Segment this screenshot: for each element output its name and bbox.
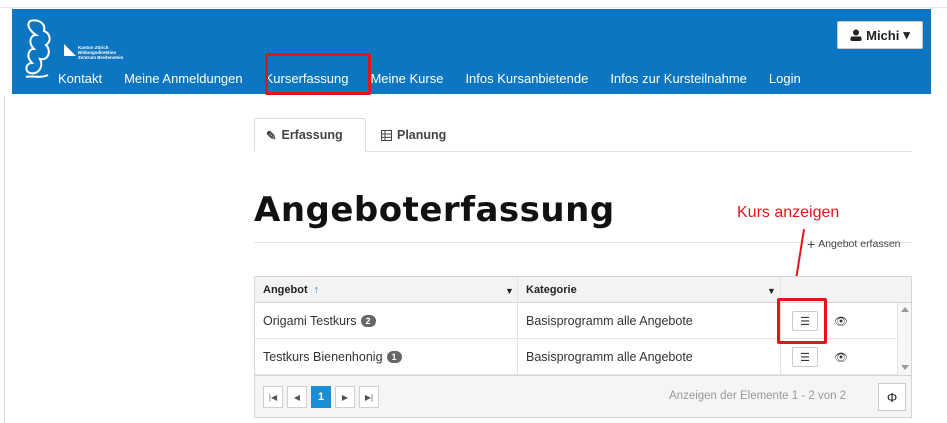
show-course-list-button[interactable]: ☰ [792,347,818,367]
grid-scrollbar[interactable] [897,303,911,375]
tab-planung-label: Planung [397,128,447,142]
main-nav: Kontakt Meine Anmeldungen Kurserfassung … [58,67,823,89]
list-icon: ☰ [800,351,810,364]
nav-item-infos-kursteilnahme[interactable]: Infos zur Kursteilnahme [610,71,747,86]
column-settings-icon: Φ [886,389,898,405]
angebot-name: Origami Testkurs [263,314,357,328]
pencil-icon: ✎ [266,128,277,143]
first-page-icon: |◀ [268,392,278,402]
cell-angebot: Testkurs Bienenhonig 1 [255,339,402,375]
last-page-icon: ▶| [364,392,374,402]
next-page-icon: ▶ [341,392,349,402]
pager-info: Anzeigen der Elemente 1 - 2 von 2 [669,390,847,402]
view-button[interactable]: 👁 [828,347,854,367]
tab-erfassung[interactable]: ✎ Erfassung [254,118,366,152]
annotation-label: Kurs anzeigen [737,204,840,221]
nav-item-meine-kurse[interactable]: Meine Kurse [370,71,443,86]
count-badge: 2 [360,315,376,327]
canton-lion-logo-icon[interactable] [20,17,60,83]
filter-icon[interactable]: ▼ [767,286,776,296]
chevron-down-icon: ▾ [903,27,910,42]
user-menu-button[interactable]: Michi ▾ [837,21,923,49]
add-angebot-link[interactable]: + Angebot erfassen [807,236,901,252]
user-icon [850,29,862,41]
user-name: Michi [866,27,900,43]
add-angebot-label: Angebot erfassen [818,238,901,250]
plus-icon: + [807,236,816,252]
nav-item-infos-kursanbietende[interactable]: Infos Kursanbietende [465,71,588,86]
grid-pager: |◀ ◀ 1 ▶ ▶| Anzeigen der Elemente 1 - 2 … [255,375,911,417]
tab-erfassung-label: Erfassung [281,128,343,142]
table-row[interactable]: Testkurs Bienenhonig 1 Basisprogramm all… [255,339,897,375]
column-kategorie-label: Kategorie [526,284,577,296]
tab-bar: ✎ Erfassung Planung [254,118,912,152]
scroll-up-icon[interactable] [901,307,909,312]
top-border [0,0,947,8]
cell-angebot: Origami Testkurs 2 [255,303,376,339]
site-header: Kanton Zürich Bildungsdirektion Zentrum … [12,9,931,94]
filter-icon[interactable]: ▼ [505,286,514,296]
page-title: Angeboterfassung [254,190,615,230]
action-highlight-box [777,298,827,344]
nav-item-login[interactable]: Login [769,71,801,86]
tab-planung[interactable]: Planung [370,118,457,152]
column-header-kategorie[interactable]: Kategorie [518,277,780,303]
angebot-name: Testkurs Bienenhonig [263,350,383,364]
next-page-button[interactable]: ▶ [335,386,355,408]
cell-kategorie: Basisprogramm alle Angebote [526,314,693,328]
view-button[interactable]: 👁 [828,311,854,331]
column-header-angebot[interactable]: Angebot ↑ [255,277,517,303]
scroll-down-icon[interactable] [901,365,909,370]
current-page-button[interactable]: 1 [311,386,331,408]
nav-highlight-box [265,53,371,95]
left-border [4,96,5,423]
column-angebot-label: Angebot [263,284,308,296]
count-badge: 1 [386,351,402,363]
logo-text: Kanton Zürich Bildungsdirektion Zentrum … [78,45,123,60]
nav-item-kontakt[interactable]: Kontakt [58,71,102,86]
first-page-button[interactable]: |◀ [263,386,283,408]
table-icon [381,129,392,141]
eye-icon: 👁 [834,351,848,364]
prev-page-icon: ◀ [293,392,301,402]
prev-page-button[interactable]: ◀ [287,386,307,408]
column-settings-button[interactable]: Φ [878,383,906,411]
last-page-button[interactable]: ▶| [359,386,379,408]
sort-asc-icon: ↑ [313,284,320,296]
nav-item-meine-anmeldungen[interactable]: Meine Anmeldungen [124,71,243,86]
canton-shield-icon [64,44,76,56]
eye-icon: 👁 [834,315,848,328]
cell-kategorie: Basisprogramm alle Angebote [526,350,693,364]
logo-line-3: Zentrum Breitenstein [78,55,124,60]
